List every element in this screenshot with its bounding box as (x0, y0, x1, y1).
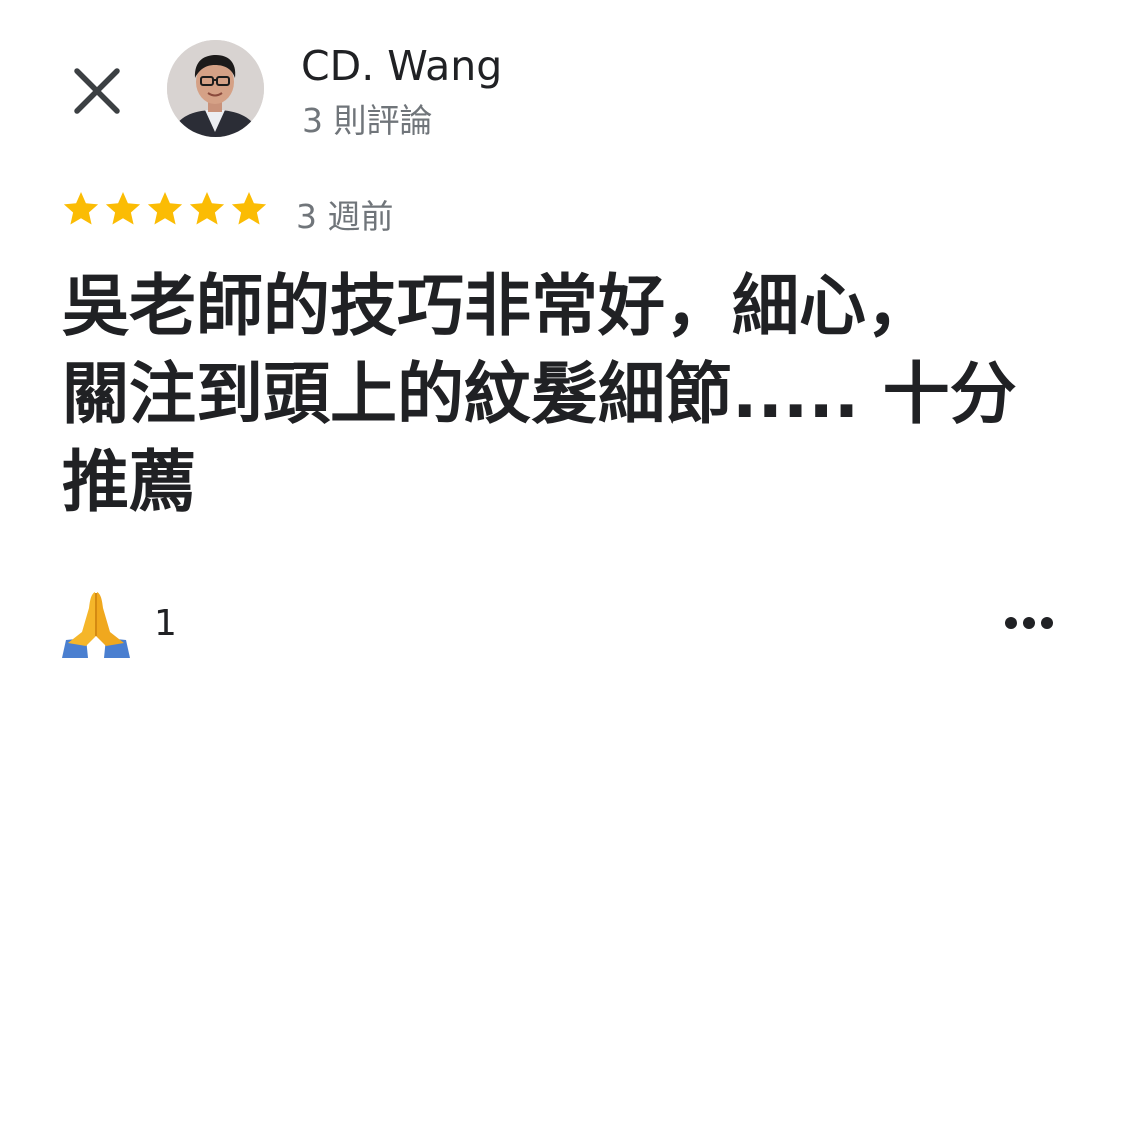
review-time: 3 週前 (296, 197, 394, 236)
profile-photo-icon (167, 40, 264, 137)
more-options-button[interactable] (996, 606, 1062, 640)
star-icon (105, 192, 141, 225)
close-icon (74, 68, 120, 114)
reaction-count: 1 (154, 602, 177, 644)
review-text: 吳老師的技巧非常好，細心， 關注到頭上的紋髮細節..... 十分 推薦 (62, 262, 1062, 526)
reaction-button[interactable]: 1 (60, 588, 177, 658)
review-text-line: 吳老師的技巧非常好，細心， (62, 267, 933, 345)
star-icon (231, 192, 267, 225)
more-horizontal-icon (1005, 617, 1053, 629)
star-icon (147, 192, 183, 225)
folded-hands-icon (62, 592, 130, 658)
review-text-line: 關注到頭上的紋髮細節..... 十分 (62, 355, 1017, 433)
author-name[interactable]: CD. Wang (301, 42, 502, 90)
avatar[interactable] (167, 40, 264, 137)
author-review-count: 3 則評論 (302, 101, 433, 140)
review-text-line: 推薦 (62, 443, 196, 521)
star-icon (189, 192, 225, 225)
close-button[interactable] (70, 64, 124, 118)
star-rating (62, 190, 268, 228)
star-icon (63, 192, 99, 225)
review-card: CD. Wang 3 則評論 3 週前 吳老師的技巧非常好，細心， 關注到頭上的… (0, 0, 1125, 1125)
